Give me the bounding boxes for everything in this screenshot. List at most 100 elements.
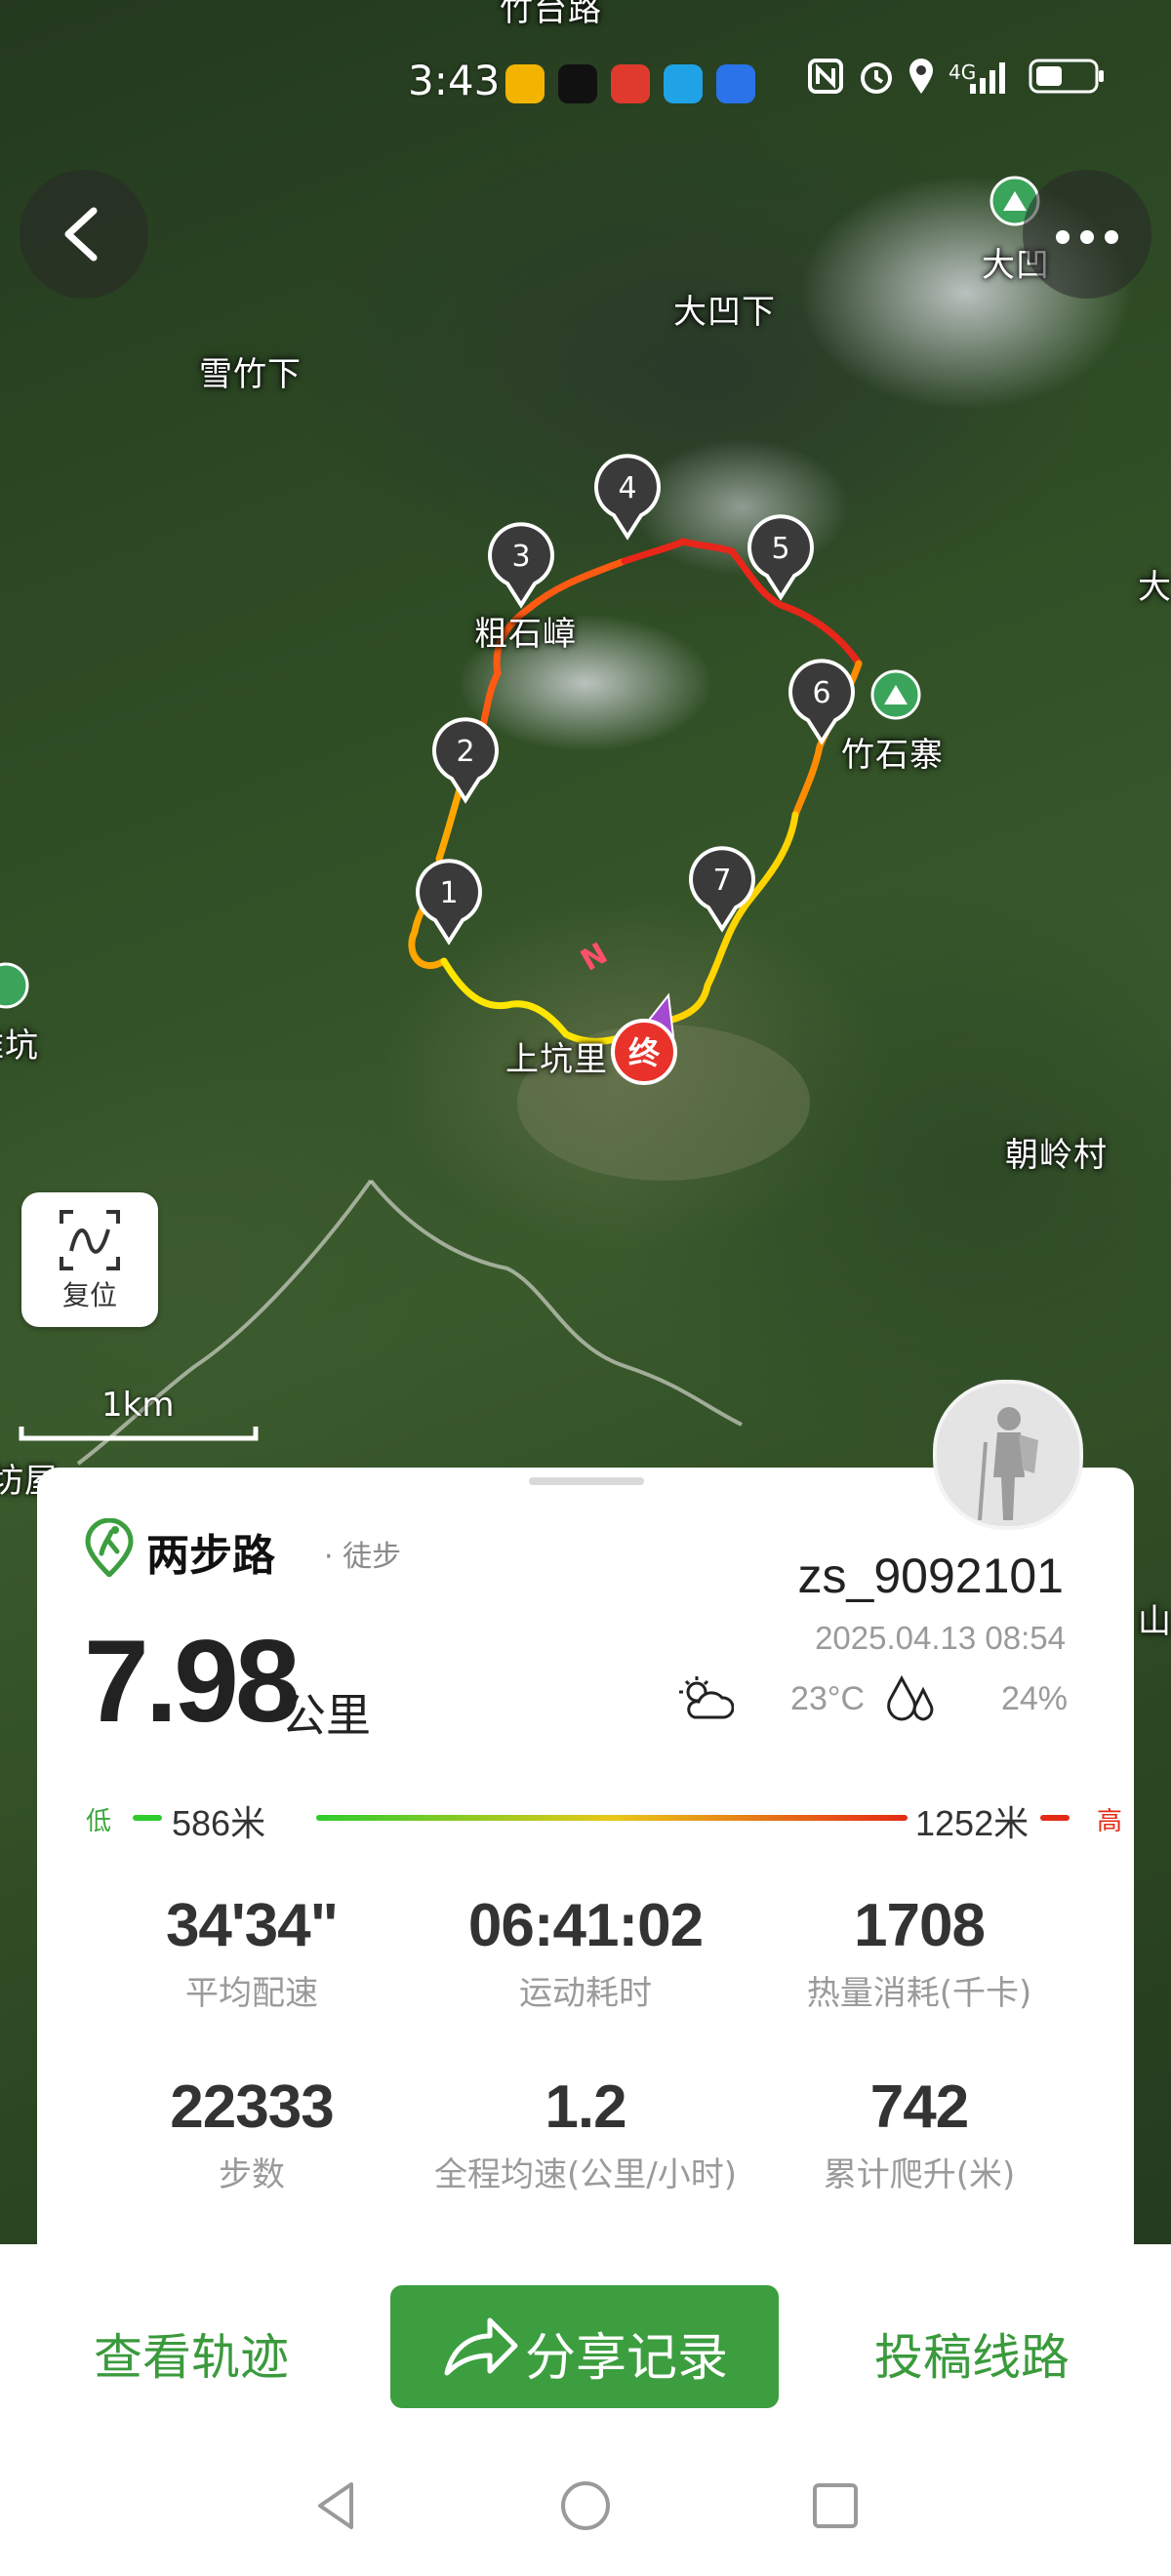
share-arrow-icon [444, 2317, 518, 2376]
stat-value: 06:41:02 [467, 1892, 704, 1959]
drag-handle[interactable] [529, 1477, 644, 1485]
submit-route-button[interactable]: 投稿线路 [874, 2318, 1070, 2389]
record-datetime: 2025.04.13 08:54 [815, 1620, 1066, 1656]
map-label: 雪竹下 [199, 355, 302, 394]
stat-avg-pace: 34'34" 平均配速 [86, 1891, 418, 2014]
map-label: 竹石寨 [841, 736, 944, 775]
elevation-low-tag: 低 [86, 1807, 112, 1836]
scale-bar [19, 1427, 259, 1441]
tiktok-icon [558, 64, 597, 103]
elevation-high-value: 1252米 [915, 1803, 1030, 1843]
mountain-poi-icon [0, 962, 29, 1009]
status-time: 3:43 [408, 57, 501, 104]
location-icon [909, 59, 933, 94]
mountain-poi-icon [870, 669, 921, 720]
elevation-range: 低 586米 1252米 高 [86, 1795, 1123, 1844]
waypoint-number: 3 [511, 540, 530, 574]
more-dots-icon [1105, 230, 1118, 244]
stat-label: 平均配速 [185, 1974, 318, 2013]
north-indicator-icon: N [575, 937, 613, 979]
road [369, 1179, 743, 1427]
stat-steps: 22333 步数 [86, 2073, 418, 2195]
brand-logo-icon [85, 1518, 134, 1577]
stat-label: 运动耗时 [519, 1974, 652, 2013]
track-summary-card: 两步路 · 徒步 7.98 公里 zs_9092101 2025.04.13 0… [37, 1380, 1134, 2244]
end-marker-label: 终 [628, 1034, 661, 1071]
view-track-button[interactable]: 查看轨迹 [94, 2318, 289, 2389]
partly-cloudy-icon [679, 1676, 734, 1719]
stat-label: 热量消耗(千卡) [806, 1974, 1032, 2013]
nav-back-icon[interactable] [310, 2478, 365, 2533]
chevron-left-icon [64, 207, 98, 262]
elevation-high-tag: 高 [1097, 1807, 1123, 1836]
waypoint-number: 5 [771, 532, 789, 566]
avatar[interactable] [933, 1380, 1083, 1530]
stat-value: 742 [869, 2073, 969, 2141]
reset-location-button[interactable]: 复位 [21, 1192, 158, 1327]
distance-value: 7.98 [84, 1616, 301, 1747]
waypoint-pin-3[interactable]: 3 [488, 522, 554, 609]
elevation-low-swatch [133, 1815, 162, 1821]
humidity-icon [887, 1674, 934, 1721]
map-label: 大凹下 [673, 293, 776, 332]
status-bar: 3:43 4G [0, 57, 1171, 111]
bottom-action-bar: 查看轨迹 分享记录 投稿线路 [0, 2244, 1171, 2576]
waypoint-number: 6 [812, 676, 830, 710]
map-label: 朝岭村 [1005, 1136, 1108, 1175]
waypoint-number: 7 [712, 864, 731, 898]
stat-avg-speed: 1.2 全程均速(公里/小时) [420, 2073, 751, 2195]
terrain-highlight [634, 439, 849, 576]
waypoint-pin-1[interactable]: 1 [416, 859, 482, 946]
browser-icon [664, 64, 703, 103]
map-label: 竹台路 [500, 0, 602, 29]
humidity: 24% [1000, 1680, 1068, 1717]
stat-label: 累计爬升(米) [823, 2155, 1016, 2194]
elevation-gradient-bar [316, 1815, 908, 1821]
distance-unit: 公里 [281, 1689, 371, 1742]
end-marker[interactable]: 终 [611, 1019, 677, 1085]
scale-label: 1km [101, 1386, 175, 1425]
stat-value: 22333 [170, 2073, 334, 2141]
activity-type: · 徒步 [324, 1540, 402, 1574]
stat-total-ascent: 742 累计爬升(米) [753, 2073, 1085, 2195]
temperature: 23°C [790, 1680, 865, 1717]
app-icon [716, 64, 755, 103]
map-label: 雅坑 [0, 1026, 39, 1066]
waypoint-number: 2 [456, 735, 474, 769]
stat-value: 1.2 [545, 2073, 626, 2141]
waypoint-pin-2[interactable]: 2 [432, 717, 499, 804]
stat-duration: 06:41:02 运动耗时 [420, 1891, 751, 2014]
map-label: 大 [1138, 568, 1171, 607]
reset-label: 复位 [61, 1279, 117, 1311]
weibo-icon [505, 64, 545, 103]
more-dots-icon [1080, 230, 1094, 244]
back-button[interactable] [20, 170, 148, 299]
waypoint-number: 1 [439, 876, 458, 910]
stat-calories: 1708 热量消耗(千卡) [753, 1891, 1085, 2014]
more-options-button[interactable] [1023, 170, 1151, 299]
more-dots-icon [1056, 230, 1070, 244]
username: zs_9092101 [797, 1549, 1064, 1603]
share-record-label: 分享记录 [525, 2329, 729, 2388]
brand-name: 两步路 [146, 1531, 275, 1581]
stat-value: 34'34" [165, 1892, 339, 1959]
map-label: 上坑里 [505, 1040, 608, 1079]
battery-icon [1029, 59, 1104, 94]
stat-label: 全程均速(公里/小时) [434, 2155, 737, 2194]
nav-home-icon[interactable] [558, 2478, 613, 2533]
waypoint-pin-7[interactable]: 7 [689, 846, 755, 933]
nav-recents-icon[interactable] [808, 2478, 863, 2533]
waypoint-number: 4 [618, 471, 636, 505]
alarm-icon [861, 62, 892, 94]
recenter-icon [60, 1210, 120, 1270]
share-record-button[interactable]: 分享记录 [390, 2285, 779, 2408]
stat-label: 步数 [219, 2155, 285, 2194]
stat-value: 1708 [854, 1892, 986, 1959]
signal-icon [970, 62, 1005, 94]
map-label: 粗石嶂 [474, 615, 577, 654]
nfc-icon [808, 59, 843, 94]
elevation-low-value: 586米 [172, 1803, 266, 1843]
hiker-avatar-icon [937, 1384, 1079, 1526]
toutiao-icon [611, 64, 650, 103]
map-label: 山 [1138, 1602, 1171, 1641]
